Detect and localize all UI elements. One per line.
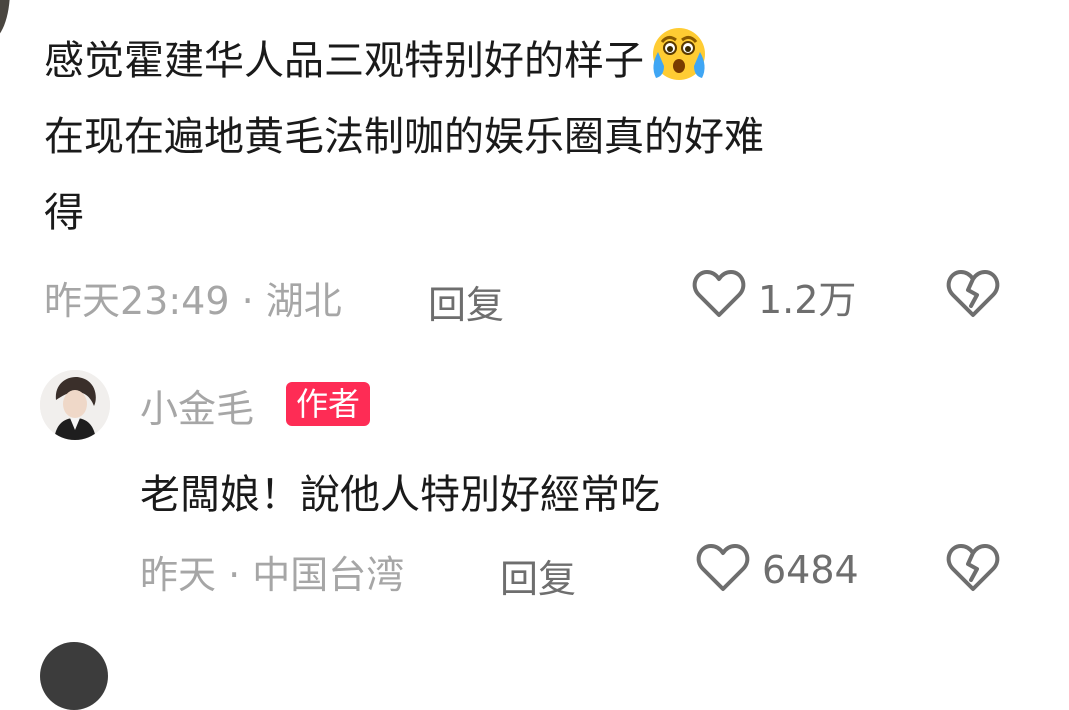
comment-time-location: 昨天23:49 · 湖北	[44, 278, 342, 323]
reply-meta: 昨天 · 中国台湾	[140, 546, 405, 597]
comment-dislike-button[interactable]	[946, 268, 1000, 324]
comment-like-button[interactable]: 1.2万	[692, 268, 856, 324]
author-avatar[interactable]	[40, 370, 110, 440]
heart-icon	[692, 268, 746, 324]
crying-laughing-emoji-icon	[648, 22, 710, 84]
comment-line-3: 得	[44, 190, 84, 236]
comment-like-count: 1.2万	[758, 277, 857, 322]
comment-line-2: 在现在遍地黄毛法制咖的娱乐圈真的好难	[44, 114, 764, 160]
broken-heart-icon	[946, 270, 1000, 324]
comment-meta: 昨天23:49 · 湖北	[44, 272, 342, 323]
reply-like-button[interactable]: 6484	[696, 542, 859, 598]
reply-like-count: 6484	[762, 548, 859, 592]
reply-text: 老闆娘！說他人特別好經常吃	[140, 472, 660, 518]
comment-line-1: 感觉霍建华人品三观特别好的样子	[44, 38, 644, 84]
author-username[interactable]: 小金毛	[140, 378, 254, 433]
broken-heart-icon	[946, 544, 1000, 598]
reply-time-location: 昨天 · 中国台湾	[140, 552, 405, 597]
previous-avatar-edge	[0, 0, 10, 40]
comment-text: 感觉霍建华人品三观特别好的样子 在现在遍地黄毛法制咖的娱乐圈真的好难 得	[44, 22, 1004, 251]
author-badge: 作者	[286, 382, 371, 426]
reply-reply-button[interactable]: 回复	[500, 548, 576, 603]
reply-dislike-button[interactable]	[946, 542, 1000, 598]
next-avatar-edge	[40, 642, 108, 710]
heart-icon	[696, 542, 750, 598]
comment-reply-button[interactable]: 回复	[428, 274, 504, 329]
